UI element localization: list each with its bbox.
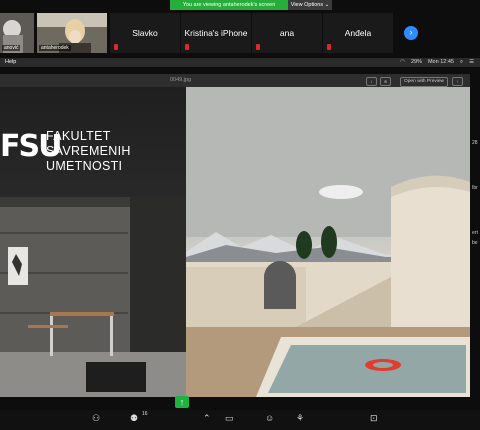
search-icon[interactable]: ⌕ xyxy=(460,59,463,66)
participants-icon[interactable]: ⚉ xyxy=(130,413,138,424)
participant-name: Anđela xyxy=(344,28,372,38)
interior-photo: FSU FAKULTET SAVREMENIH UMETNOSTI xyxy=(0,87,186,397)
side-text: be xyxy=(472,240,478,246)
side-text: ert xyxy=(472,230,478,236)
zoom-icon[interactable]: ⊕ xyxy=(380,77,391,86)
participant-tile[interactable]: Slavko xyxy=(110,13,180,53)
logo-mark: FSU xyxy=(0,129,62,164)
logo-line: UMETNOSTI xyxy=(46,159,123,173)
view-options-button[interactable]: View Options ⌄ xyxy=(288,0,332,10)
participants-count: 16 xyxy=(142,411,148,417)
chat-icon[interactable]: ▭ xyxy=(225,413,234,424)
invite-icon[interactable]: ⚇ xyxy=(92,413,100,424)
screen-share-banner: You are viewing antaherodek's screen Vie… xyxy=(170,0,332,10)
share-icon[interactable]: ↑ xyxy=(452,77,463,86)
logo-line: SAVREMENIH xyxy=(46,144,131,158)
share-screen-icon[interactable]: ↑ xyxy=(175,396,189,408)
info-icon[interactable]: i xyxy=(366,77,377,86)
meeting-toolbar: ⚇ ⚉ ⌃ ▭ ☺ ⚘ ⊡ xyxy=(0,410,480,430)
preview-title-bar: 0049.jpg i ⊕ Open with Preview ↑ xyxy=(0,74,470,87)
participant-tile[interactable]: anović xyxy=(0,13,34,53)
next-page-arrow-icon[interactable]: › xyxy=(404,26,418,40)
participant-tile[interactable]: ana xyxy=(252,13,322,53)
menu-help[interactable]: Help xyxy=(5,59,16,65)
participant-name: Kristina's iPhone xyxy=(184,28,248,38)
file-name: 0049.jpg xyxy=(170,77,192,83)
clock[interactable]: Mon 12:45 xyxy=(428,59,454,66)
record-icon[interactable]: ⌃ xyxy=(203,413,211,424)
participant-tile[interactable]: antaherodek xyxy=(37,13,107,53)
muted-mic-icon xyxy=(256,44,260,50)
side-text: Ibr xyxy=(472,185,478,191)
participant-tile[interactable]: Kristina's iPhone xyxy=(181,13,251,53)
reactions-icon[interactable]: ☺ xyxy=(265,413,274,423)
apps-icon[interactable]: ⚘ xyxy=(296,413,304,424)
viewing-screen-message: You are viewing antaherodek's screen xyxy=(170,0,288,10)
participant-name: antaherodek xyxy=(39,45,71,51)
open-with-preview-button[interactable]: Open with Preview xyxy=(400,77,448,87)
preview-window: 0049.jpg i ⊕ Open with Preview ↑ FSU FAK… xyxy=(0,74,470,397)
logo-line: FAKULTET xyxy=(46,129,111,143)
captions-icon[interactable]: ⊡ xyxy=(370,413,378,424)
pool-scene xyxy=(186,87,470,397)
muted-mic-icon xyxy=(327,44,331,50)
logo-text: FAKULTET SAVREMENIH UMETNOSTI xyxy=(46,129,131,174)
menu-list-icon[interactable]: ☰ xyxy=(469,59,474,66)
battery-percent: 29% xyxy=(410,59,422,65)
status-area: ◠ 29% Mon 12:45 ⌕ ☰ xyxy=(400,59,474,66)
participant-name: Slavko xyxy=(132,28,158,38)
muted-mic-icon xyxy=(185,44,189,50)
muted-mic-icon xyxy=(114,44,118,50)
participant-name: ana xyxy=(279,28,295,38)
participant-name: anović xyxy=(2,45,21,51)
participant-tile[interactable]: Anđela xyxy=(323,13,393,53)
side-text: 28 xyxy=(472,140,478,146)
menu-bar: Help ◠ 29% Mon 12:45 ⌕ ☰ xyxy=(0,58,480,67)
pool-photo xyxy=(186,87,470,397)
wifi-icon[interactable]: ◠ xyxy=(400,59,405,66)
